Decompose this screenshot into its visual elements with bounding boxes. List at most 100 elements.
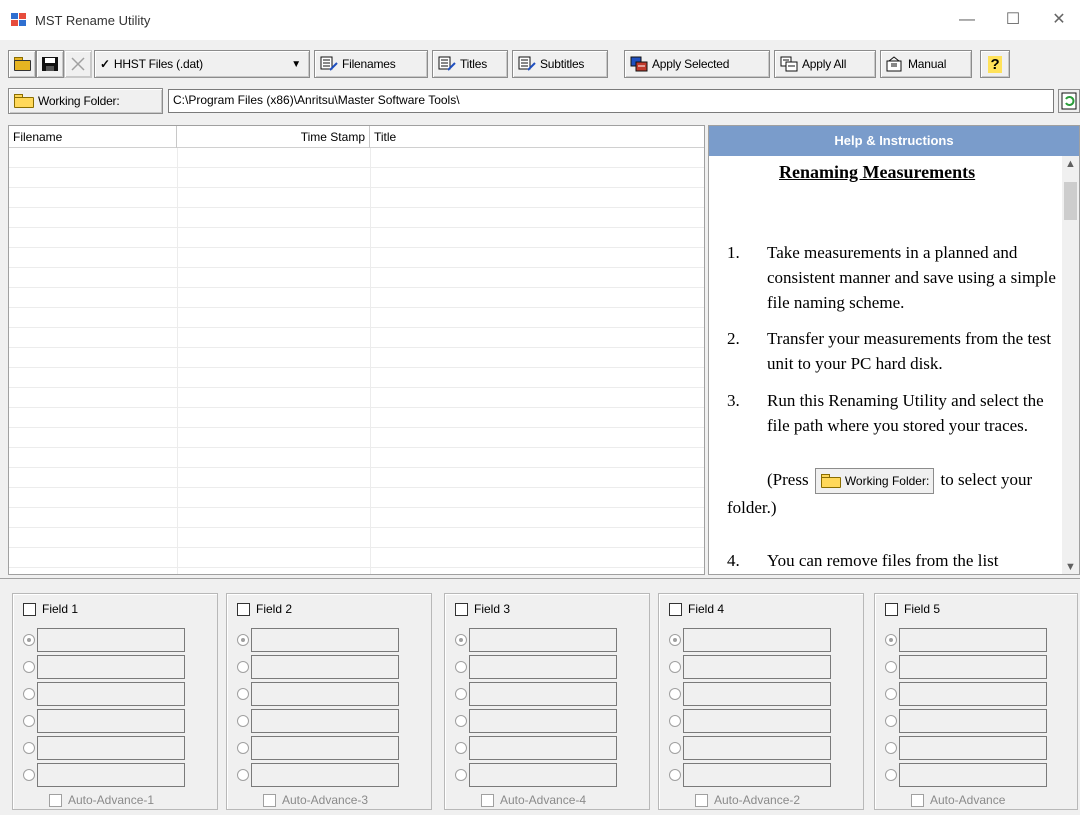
radio-button[interactable] bbox=[237, 742, 249, 754]
manual-button[interactable]: Manual bbox=[880, 50, 972, 78]
field-row[interactable] bbox=[669, 736, 859, 760]
field-textbox[interactable] bbox=[251, 709, 399, 733]
field-row[interactable] bbox=[669, 628, 859, 652]
maximize-button[interactable]: ☐ bbox=[998, 8, 1028, 32]
field-row[interactable] bbox=[237, 628, 427, 652]
radio-button[interactable] bbox=[237, 634, 249, 646]
checkbox-box[interactable] bbox=[669, 602, 682, 616]
save-button[interactable] bbox=[36, 50, 64, 78]
field-row[interactable] bbox=[669, 763, 859, 787]
filenames-button[interactable]: Filenames bbox=[314, 50, 428, 78]
radio-button[interactable] bbox=[23, 742, 35, 754]
field-row[interactable] bbox=[885, 736, 1075, 760]
field-textbox[interactable] bbox=[683, 736, 831, 760]
field-textbox[interactable] bbox=[683, 682, 831, 706]
field-row[interactable] bbox=[23, 682, 213, 706]
radio-button[interactable] bbox=[23, 634, 35, 646]
field-row[interactable] bbox=[237, 736, 427, 760]
field-row[interactable] bbox=[455, 682, 645, 706]
field-textbox[interactable] bbox=[251, 655, 399, 679]
field-textbox[interactable] bbox=[899, 682, 1047, 706]
field-row[interactable] bbox=[885, 763, 1075, 787]
radio-button[interactable] bbox=[455, 742, 467, 754]
auto-advance-checkbox[interactable]: Auto-Advance bbox=[911, 793, 1005, 807]
radio-button[interactable] bbox=[669, 742, 681, 754]
field-textbox[interactable] bbox=[251, 682, 399, 706]
radio-button[interactable] bbox=[669, 769, 681, 781]
field-row[interactable] bbox=[885, 682, 1075, 706]
field-row[interactable] bbox=[669, 709, 859, 733]
help-scrollbar[interactable]: ▲ ▼ bbox=[1062, 156, 1079, 574]
radio-button[interactable] bbox=[23, 769, 35, 781]
field-row[interactable] bbox=[885, 709, 1075, 733]
field-textbox[interactable] bbox=[899, 655, 1047, 679]
titles-button[interactable]: Titles bbox=[432, 50, 508, 78]
checkbox-box[interactable] bbox=[695, 793, 708, 807]
radio-button[interactable] bbox=[237, 661, 249, 673]
field-row[interactable] bbox=[885, 655, 1075, 679]
radio-button[interactable] bbox=[885, 661, 897, 673]
field-row[interactable] bbox=[23, 628, 213, 652]
column-header-filename[interactable]: Filename bbox=[9, 126, 177, 148]
radio-button[interactable] bbox=[885, 634, 897, 646]
field-row[interactable] bbox=[669, 682, 859, 706]
field-textbox[interactable] bbox=[683, 709, 831, 733]
field-row[interactable] bbox=[237, 655, 427, 679]
checkbox-box[interactable] bbox=[263, 793, 276, 807]
field-textbox[interactable] bbox=[37, 655, 185, 679]
field-row[interactable] bbox=[455, 736, 645, 760]
radio-button[interactable] bbox=[669, 634, 681, 646]
field-row[interactable] bbox=[455, 628, 645, 652]
field-textbox[interactable] bbox=[469, 655, 617, 679]
checkbox-box[interactable] bbox=[455, 602, 468, 616]
checkbox-box[interactable] bbox=[49, 793, 62, 807]
field-textbox[interactable] bbox=[469, 709, 617, 733]
auto-advance-checkbox[interactable]: Auto-Advance-4 bbox=[481, 793, 586, 807]
field-textbox[interactable] bbox=[469, 682, 617, 706]
minimize-button[interactable]: — bbox=[952, 8, 982, 32]
radio-button[interactable] bbox=[885, 769, 897, 781]
auto-advance-checkbox[interactable]: Auto-Advance-2 bbox=[695, 793, 800, 807]
radio-button[interactable] bbox=[885, 715, 897, 727]
field-textbox[interactable] bbox=[683, 628, 831, 652]
field-textbox[interactable] bbox=[251, 628, 399, 652]
field-row[interactable] bbox=[23, 655, 213, 679]
radio-button[interactable] bbox=[455, 661, 467, 673]
field-textbox[interactable] bbox=[899, 763, 1047, 787]
apply-selected-button[interactable]: Apply Selected bbox=[624, 50, 770, 78]
field-textbox[interactable] bbox=[251, 763, 399, 787]
field-textbox[interactable] bbox=[37, 709, 185, 733]
file-type-dropdown[interactable]: ✓ HHST Files (.dat) ▼ bbox=[94, 50, 310, 78]
radio-button[interactable] bbox=[455, 769, 467, 781]
field-row[interactable] bbox=[23, 736, 213, 760]
auto-advance-checkbox[interactable]: Auto-Advance-3 bbox=[263, 793, 368, 807]
radio-button[interactable] bbox=[237, 688, 249, 700]
field-checkbox[interactable]: Field 2 bbox=[237, 602, 292, 616]
field-row[interactable] bbox=[237, 763, 427, 787]
radio-button[interactable] bbox=[455, 688, 467, 700]
radio-button[interactable] bbox=[455, 715, 467, 727]
help-button[interactable]: ? bbox=[980, 50, 1010, 78]
close-button[interactable]: ✕ bbox=[1044, 8, 1074, 32]
field-textbox[interactable] bbox=[899, 628, 1047, 652]
field-textbox[interactable] bbox=[37, 682, 185, 706]
auto-advance-checkbox[interactable]: Auto-Advance-1 bbox=[49, 793, 154, 807]
field-textbox[interactable] bbox=[37, 763, 185, 787]
checkbox-box[interactable] bbox=[23, 602, 36, 616]
field-checkbox[interactable]: Field 4 bbox=[669, 602, 724, 616]
working-folder-button[interactable]: Working Folder: bbox=[8, 88, 163, 114]
field-textbox[interactable] bbox=[469, 628, 617, 652]
open-button[interactable] bbox=[8, 50, 36, 78]
apply-all-button[interactable]: Apply All bbox=[774, 50, 876, 78]
checkbox-box[interactable] bbox=[237, 602, 250, 616]
field-row[interactable] bbox=[455, 709, 645, 733]
checkbox-box[interactable] bbox=[911, 793, 924, 807]
field-checkbox[interactable]: Field 1 bbox=[23, 602, 78, 616]
radio-button[interactable] bbox=[669, 661, 681, 673]
checkbox-box[interactable] bbox=[481, 793, 494, 807]
column-header-title[interactable]: Title bbox=[370, 126, 704, 148]
field-textbox[interactable] bbox=[469, 736, 617, 760]
radio-button[interactable] bbox=[237, 715, 249, 727]
field-textbox[interactable] bbox=[251, 736, 399, 760]
file-list[interactable]: Filename Time Stamp Title bbox=[8, 125, 705, 575]
